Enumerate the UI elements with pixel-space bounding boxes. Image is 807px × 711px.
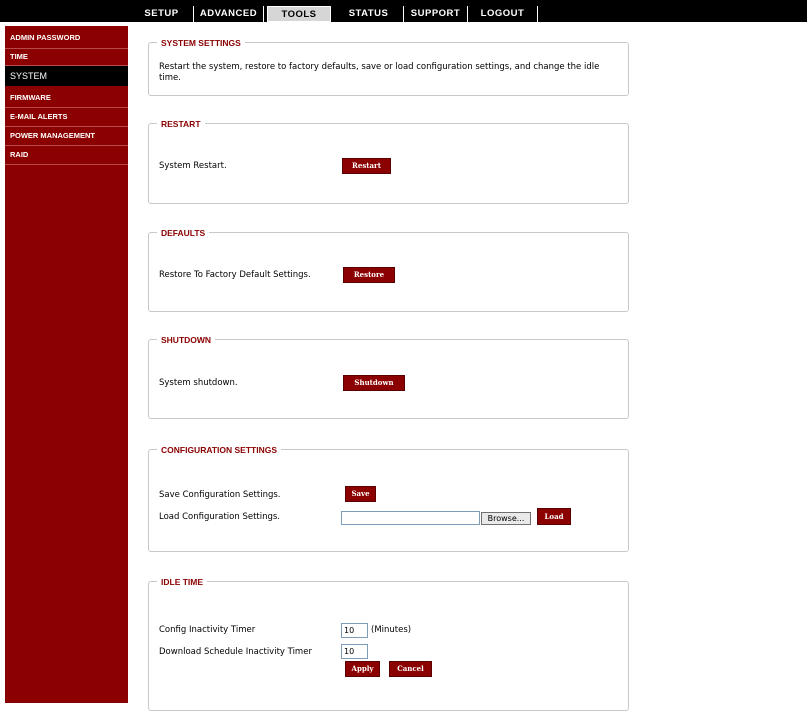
sidebar-item-system[interactable]: SYSTEM	[5, 66, 128, 86]
apply-button[interactable]: Apply	[345, 661, 380, 677]
shutdown-label: System shutdown.	[159, 378, 238, 388]
sidebar-item-power-management[interactable]: POWER MANAGEMENT	[5, 127, 128, 146]
defaults-title: DEFAULTS	[157, 227, 210, 239]
system-settings-description: Restart the system, restore to factory d…	[159, 62, 600, 83]
tab-support[interactable]: SUPPORT	[404, 6, 468, 22]
restart-title: RESTART	[157, 118, 205, 130]
configuration-settings-section: CONFIGURATION SETTINGS Save Configuratio…	[148, 444, 629, 552]
load-button[interactable]: Load	[537, 508, 571, 525]
tab-logout[interactable]: LOGOUT	[468, 6, 538, 22]
sidebar-item-raid[interactable]: RAID	[5, 146, 128, 165]
minutes-label: (Minutes)	[371, 625, 412, 635]
top-nav-bar: SETUP ADVANCED TOOLS STATUS SUPPORT LOGO…	[0, 0, 807, 22]
shutdown-section: SHUTDOWN System shutdown. Shutdown	[148, 334, 629, 419]
tab-status[interactable]: STATUS	[334, 6, 404, 22]
shutdown-button[interactable]: Shutdown	[343, 375, 405, 391]
sidebar-item-time[interactable]: TIME	[5, 49, 128, 66]
tab-setup[interactable]: SETUP	[130, 6, 194, 22]
cancel-button[interactable]: Cancel	[389, 661, 432, 677]
idle-time-title: IDLE TIME	[157, 576, 208, 588]
defaults-label: Restore To Factory Default Settings.	[159, 270, 311, 280]
restore-button[interactable]: Restore	[343, 267, 395, 283]
load-configuration-label: Load Configuration Settings.	[159, 512, 281, 522]
shutdown-title: SHUTDOWN	[157, 334, 216, 346]
sidebar-item-firmware[interactable]: FIRMWARE	[5, 88, 128, 108]
browse-button[interactable]: Browse...	[481, 512, 531, 525]
sidebar-item-admin-password[interactable]: ADMIN PASSWORD	[5, 30, 128, 49]
config-inactivity-timer-label: Config Inactivity Timer	[159, 625, 256, 635]
restart-button[interactable]: Restart	[342, 158, 391, 174]
config-file-input[interactable]	[341, 511, 480, 525]
idle-time-section: IDLE TIME Config Inactivity Timer (Minut…	[148, 576, 629, 711]
system-settings-section: SYSTEM SETTINGS Restart the system, rest…	[148, 37, 629, 96]
save-configuration-label: Save Configuration Settings.	[159, 490, 281, 500]
restart-section: RESTART System Restart. Restart	[148, 118, 629, 204]
config-inactivity-timer-input[interactable]	[341, 623, 368, 638]
download-schedule-timer-label: Download Schedule Inactivity Timer	[159, 647, 312, 657]
save-button[interactable]: Save	[345, 486, 376, 502]
sidebar: ADMIN PASSWORD TIME SYSTEM FIRMWARE E-MA…	[5, 26, 128, 703]
sidebar-item-email-alerts[interactable]: E-MAIL ALERTS	[5, 108, 128, 127]
configuration-settings-title: CONFIGURATION SETTINGS	[157, 444, 282, 456]
defaults-section: DEFAULTS Restore To Factory Default Sett…	[148, 227, 629, 312]
restart-label: System Restart.	[159, 161, 227, 171]
download-schedule-timer-input[interactable]	[341, 644, 368, 659]
tab-advanced[interactable]: ADVANCED	[194, 6, 264, 22]
system-settings-title: SYSTEM SETTINGS	[157, 37, 245, 49]
tab-tools[interactable]: TOOLS	[267, 6, 331, 22]
